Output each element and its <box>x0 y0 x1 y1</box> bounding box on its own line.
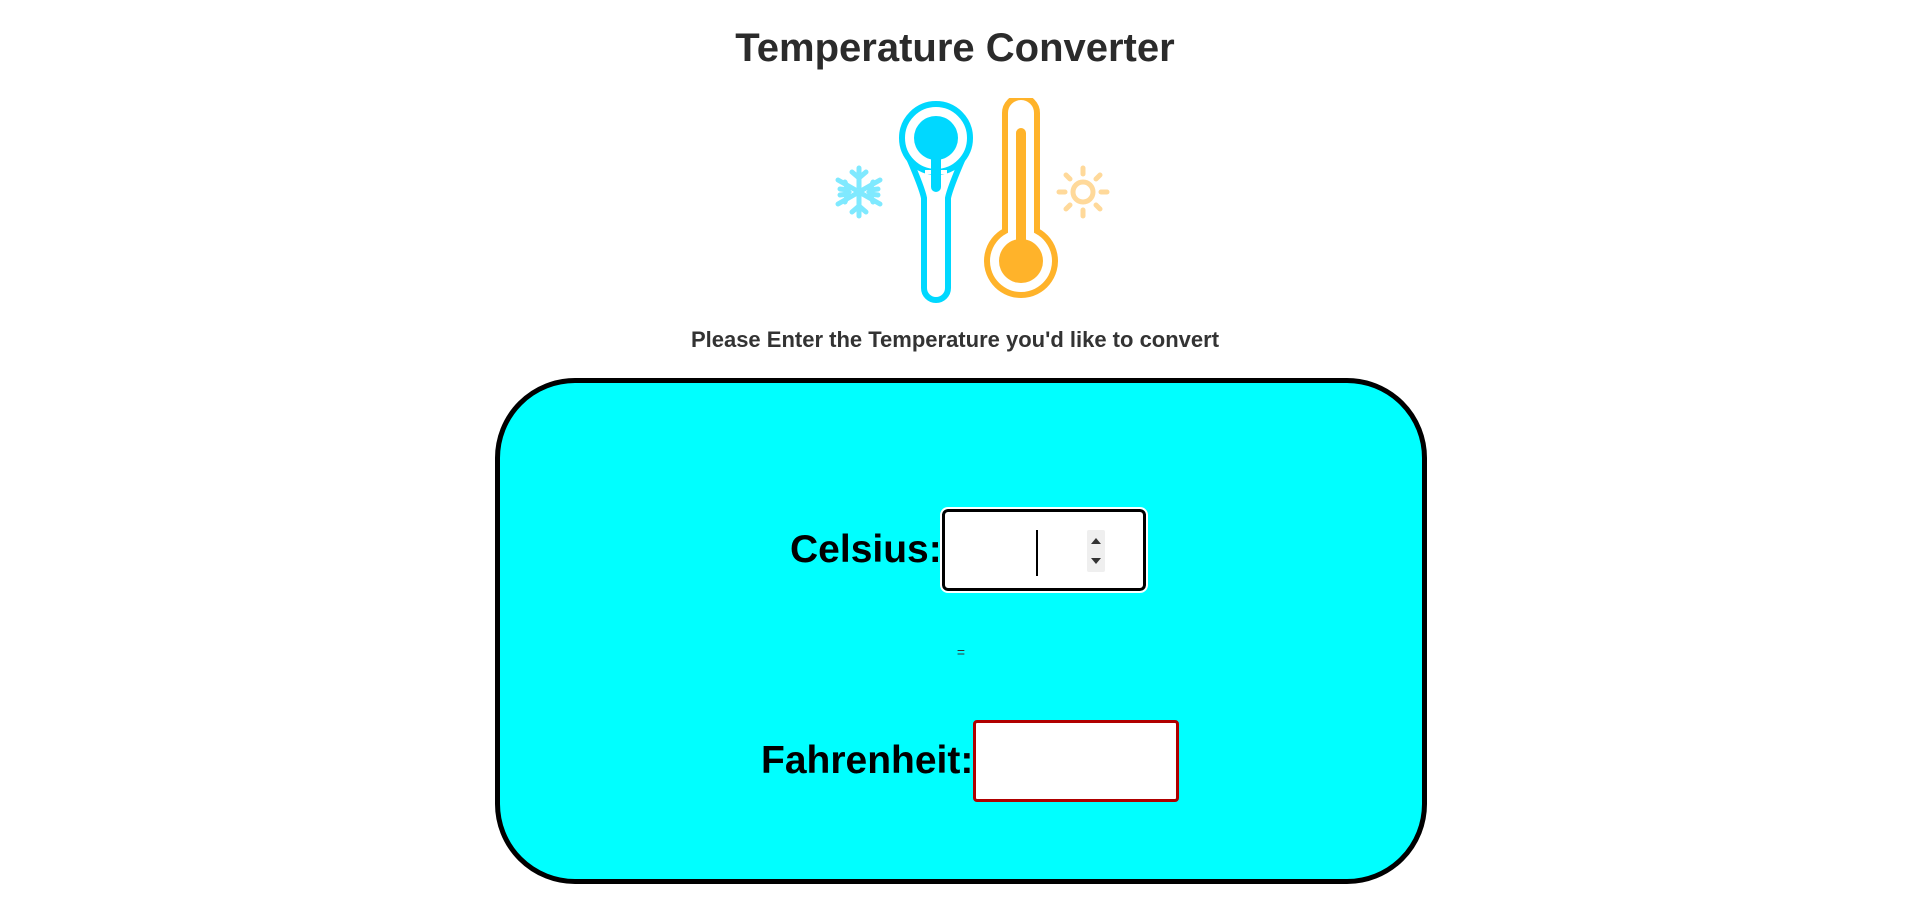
celsius-input[interactable] <box>952 520 1083 580</box>
celsius-row: Celsius: <box>790 507 1148 593</box>
fahrenheit-output[interactable] <box>984 731 1171 791</box>
thermometer-illustration <box>820 94 1110 304</box>
snowflake-icon <box>835 165 883 219</box>
equals-sign: = <box>956 644 966 660</box>
page: Temperature Converter Please Enter the T… <box>0 0 1910 924</box>
hot-thermometer-icon <box>984 94 1058 298</box>
sun-icon <box>1056 165 1110 219</box>
fahrenheit-field[interactable] <box>973 720 1180 802</box>
fahrenheit-label: Fahrenheit: <box>761 739 974 782</box>
increment-arrow-icon[interactable] <box>1090 538 1101 544</box>
celsius-label: Celsius: <box>790 528 942 571</box>
celsius-stepper[interactable] <box>1086 530 1105 572</box>
fahrenheit-row: Fahrenheit: <box>761 720 1180 802</box>
cold-thermometer-icon <box>899 101 973 303</box>
decrement-arrow-icon[interactable] <box>1090 558 1101 564</box>
celsius-field[interactable] <box>939 507 1148 593</box>
text-caret <box>1035 530 1038 576</box>
converter-panel: Celsius: = Fahrenheit: <box>495 378 1427 884</box>
thermometer-illustration-svg <box>835 94 1110 303</box>
page-title: Temperature Converter <box>735 26 1175 70</box>
instructions-text: Please Enter the Temperature you'd like … <box>690 327 1220 352</box>
